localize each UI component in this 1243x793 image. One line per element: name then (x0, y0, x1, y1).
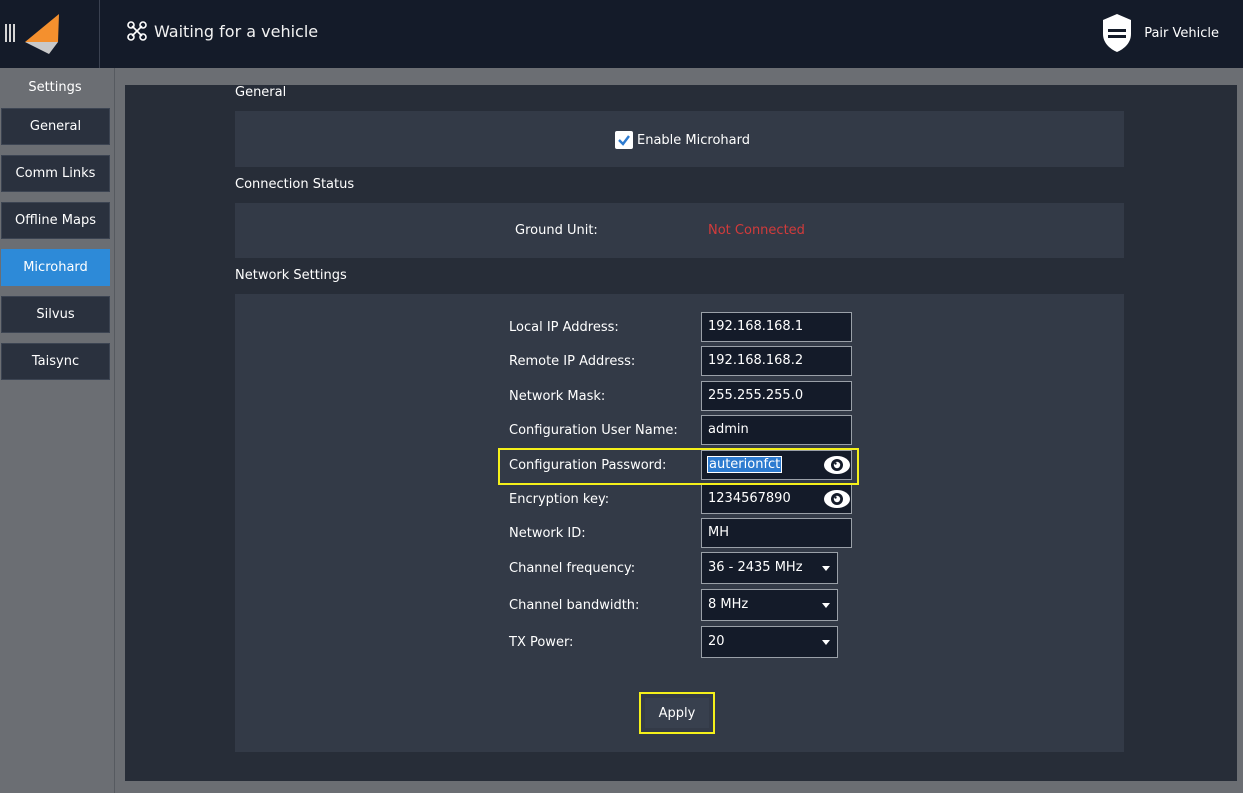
sidebar-item-taisync[interactable]: Taisync (1, 343, 110, 380)
sidebar-title: Settings (28, 80, 82, 95)
channel-frequency-label: Channel frequency: (509, 561, 636, 576)
remote-ip-input[interactable]: 192.168.168.2 (701, 346, 852, 376)
ground-unit-status: Not Connected (708, 223, 805, 238)
enable-microhard-checkbox[interactable]: Enable Microhard (490, 131, 750, 149)
vehicle-status: Waiting for a vehicle (126, 20, 318, 42)
password-highlight-box (498, 448, 859, 485)
config-username-label: Configuration User Name: (509, 423, 678, 438)
menu-icon[interactable] (5, 24, 15, 42)
connection-status-section (235, 203, 1124, 258)
settings-sidebar: Settings General Comm Links Offline Maps… (0, 68, 115, 793)
encryption-key-label: Encryption key: (509, 492, 610, 507)
drone-icon (127, 21, 147, 41)
checkbox-checked-icon[interactable] (615, 131, 633, 149)
network-id-input[interactable]: MH (701, 518, 852, 548)
local-ip-label: Local IP Address: (509, 320, 619, 335)
chevron-down-icon (822, 566, 830, 571)
channel-bandwidth-select[interactable]: 8 MHz (701, 589, 838, 621)
settings-panel: General Connection Status Network Settin… (125, 85, 1237, 781)
channel-frequency-select[interactable]: 36 - 2435 MHz (701, 552, 838, 584)
enable-microhard-label: Enable Microhard (637, 132, 750, 148)
local-ip-input[interactable]: 192.168.168.1 (701, 312, 852, 342)
chevron-down-icon (822, 640, 830, 645)
network-mask-input[interactable]: 255.255.255.0 (701, 381, 852, 411)
tx-power-select[interactable]: 20 (701, 626, 838, 658)
pair-vehicle-label: Pair Vehicle (1144, 25, 1219, 41)
general-header: General (235, 85, 287, 100)
channel-frequency-value: 36 - 2435 MHz (708, 560, 803, 575)
sidebar-item-silvus[interactable]: Silvus (1, 296, 110, 333)
network-id-label: Network ID: (509, 526, 586, 541)
sidebar-item-comm-links[interactable]: Comm Links (1, 155, 110, 192)
network-settings-section (235, 294, 1124, 752)
sidebar-item-microhard[interactable]: Microhard (1, 249, 110, 286)
channel-bandwidth-value: 8 MHz (708, 597, 749, 612)
apply-button[interactable]: Apply (645, 698, 709, 728)
sidebar-item-offline-maps[interactable]: Offline Maps (1, 202, 110, 239)
channel-bandwidth-label: Channel bandwidth: (509, 598, 640, 613)
pair-vehicle-button[interactable]: Pair Vehicle (1100, 12, 1219, 54)
toolbar-divider (99, 0, 100, 68)
config-username-input[interactable]: admin (701, 415, 852, 445)
network-settings-header: Network Settings (235, 268, 347, 283)
tx-power-label: TX Power: (509, 635, 574, 650)
sidebar-item-general[interactable]: General (1, 108, 110, 145)
tx-power-value: 20 (708, 634, 725, 649)
vehicle-status-text: Waiting for a vehicle (154, 21, 319, 41)
app-logo[interactable] (22, 12, 62, 56)
ground-unit-label: Ground Unit: (515, 223, 598, 238)
chevron-down-icon (822, 603, 830, 608)
show-encryption-key-eye-icon[interactable] (823, 489, 851, 509)
connection-status-header: Connection Status (235, 177, 355, 192)
network-mask-label: Network Mask: (509, 389, 606, 404)
remote-ip-label: Remote IP Address: (509, 354, 636, 369)
top-toolbar: Waiting for a vehicle Pair Vehicle (0, 0, 1243, 68)
shield-icon (1103, 14, 1132, 52)
